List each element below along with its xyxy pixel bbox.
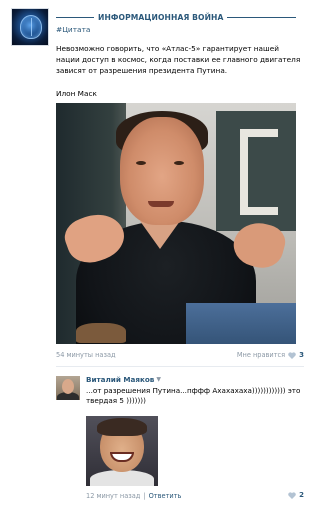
- comment-photo[interactable]: [86, 416, 158, 486]
- comment-photo-shirt: [90, 470, 154, 486]
- post-like-button[interactable]: Мне нравится 3: [237, 351, 304, 359]
- comment-author-row: Виталий Маяков ▼: [86, 375, 161, 384]
- post-meta: 54 минуты назад Мне нравится 3: [56, 351, 304, 361]
- post-photo[interactable]: [56, 103, 296, 344]
- quote-author: Илон Маск: [56, 89, 97, 98]
- group-title[interactable]: ИНФОРМАЦИОННАЯ ВОЙНА: [98, 13, 223, 22]
- hashtag-link[interactable]: #Цитата: [56, 25, 90, 34]
- comment-like-count: 2: [299, 491, 304, 499]
- photo-head: [120, 117, 204, 225]
- comment-author-name[interactable]: Виталий Маяков: [86, 375, 154, 384]
- chevron-down-icon[interactable]: ▼: [156, 376, 161, 383]
- photo-eye-left: [136, 161, 146, 165]
- comment-like-button[interactable]: 2: [288, 491, 304, 499]
- heart-icon: [288, 351, 296, 359]
- photo-eye-right: [174, 161, 184, 165]
- avatar-face: [62, 379, 74, 394]
- title-divider-right: [227, 16, 296, 18]
- meta-separator: |: [143, 492, 146, 500]
- wall-post: ИНФОРМАЦИОННАЯ ВОЙНА #Цитата Невозможно …: [0, 0, 313, 507]
- photo-jeans: [186, 303, 296, 344]
- photo-shoe: [76, 323, 126, 343]
- like-count: 3: [299, 351, 304, 359]
- comments-divider: [56, 366, 304, 367]
- comment-meta: 12 минут назад | Ответить: [86, 492, 181, 500]
- comment-text: ...от разрешения Путина...пффф Ахахахаха…: [86, 386, 301, 405]
- title-divider-left: [56, 16, 94, 18]
- group-avatar[interactable]: [11, 8, 49, 46]
- reply-link[interactable]: Ответить: [149, 492, 182, 500]
- comment-avatar[interactable]: [56, 376, 80, 400]
- group-title-row: ИНФОРМАЦИОННАЯ ВОЙНА: [56, 11, 296, 23]
- post-time[interactable]: 54 минуты назад: [56, 351, 116, 359]
- like-label: Мне нравится: [236, 351, 286, 359]
- photo-sign: [216, 111, 296, 231]
- post-text: Невозможно говорить, что «Атлас-5» гаран…: [56, 44, 301, 75]
- photo-mouth: [148, 201, 174, 207]
- comment-time[interactable]: 12 минут назад: [86, 492, 140, 500]
- heart-icon: [288, 491, 296, 499]
- brain-icon: [20, 15, 42, 39]
- comment-photo-hair: [97, 418, 147, 436]
